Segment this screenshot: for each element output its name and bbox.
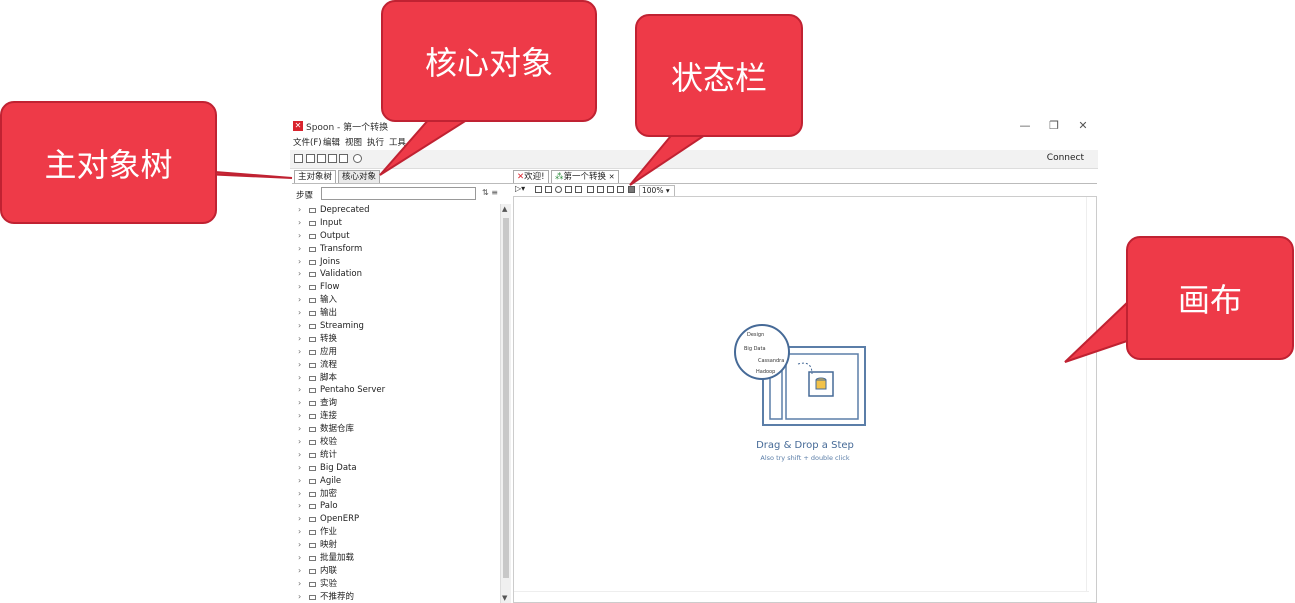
callout-canvas: 画布 bbox=[1126, 236, 1294, 360]
callout-core-objects: 核心对象 bbox=[381, 0, 597, 122]
pointer-canvas bbox=[1064, 297, 1131, 363]
callout-status-bar: 状态栏 bbox=[635, 14, 803, 137]
pointer-core-objects bbox=[379, 117, 474, 176]
callout-main-tree: 主对象树 bbox=[0, 101, 217, 224]
